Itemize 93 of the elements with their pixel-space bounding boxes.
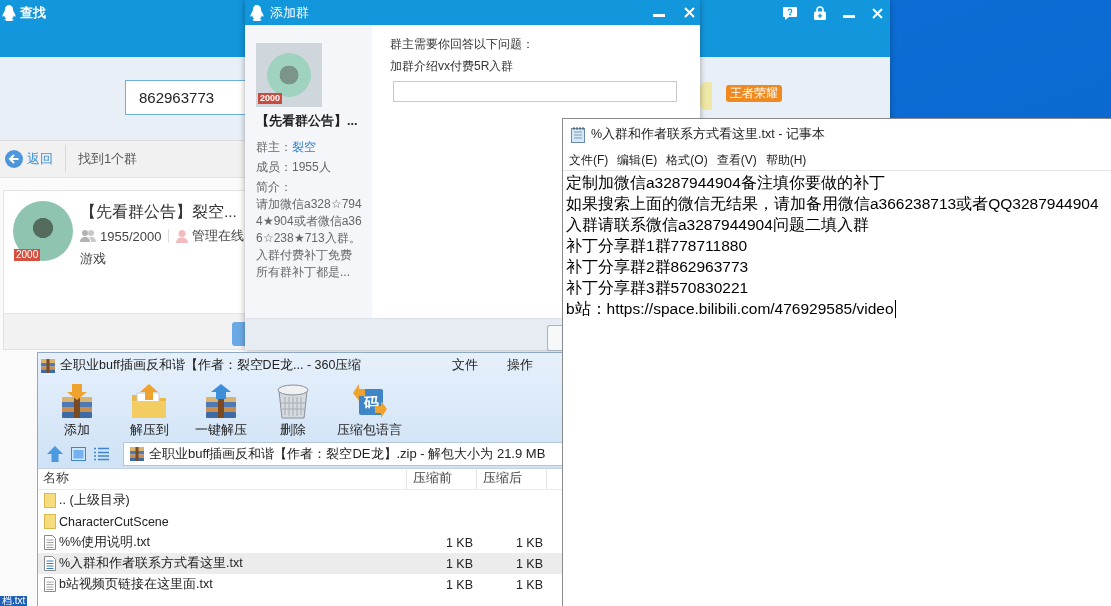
original-size: 1 KB: [445, 535, 474, 550]
close-icon[interactable]: [872, 7, 883, 19]
text-line: 入群请联系微信a3287944904问题二填入群: [566, 215, 869, 235]
speech-bubble-icon[interactable]: [783, 6, 797, 20]
archive-down-arrow-icon: [59, 383, 95, 419]
original-size: 1 KB: [445, 556, 474, 571]
archive-path: 全职业buff插画反和谐【作者：裂空DE龙】.zip - 解包大小为 21.9 MB: [149, 445, 546, 463]
menu-item[interactable]: 文件: [452, 357, 478, 374]
menu-item[interactable]: 查看(V): [716, 151, 757, 169]
question-text: 加群介绍vx付费5R入群: [390, 58, 515, 74]
penguin-icon: [250, 4, 264, 21]
text-file-icon: [44, 535, 56, 550]
file-row[interactable]: %%使用说明.txt 1 KB 1 KB: [38, 532, 562, 553]
packed-size: 1 KB: [515, 577, 544, 592]
member-count: 成员：1955人: [256, 160, 331, 174]
file-name: CharacterCutScene: [59, 514, 169, 529]
close-icon[interactable]: [684, 7, 695, 18]
file-row[interactable]: .. (上级目录): [38, 490, 562, 511]
text-file-icon: [44, 577, 56, 592]
menu-item[interactable]: 帮助(H): [765, 151, 807, 169]
person-icon: [176, 229, 189, 243]
owner-label: 群主：: [256, 140, 292, 154]
lock-icon[interactable]: [814, 6, 826, 20]
window-title: 全职业buff插画反和谐【作者：裂空DE龙... - 360压缩: [60, 357, 362, 374]
penguin-icon: [2, 5, 16, 21]
group-name: 【先看群公告】...: [256, 113, 359, 129]
member-count: 1955/2000: [100, 228, 162, 244]
up-arrow-icon[interactable]: [47, 446, 63, 462]
window-icon[interactable]: [71, 447, 86, 461]
group-category: 游戏: [80, 251, 107, 268]
toolbar-button[interactable]: 删除: [265, 378, 321, 440]
dialog-button[interactable]: [547, 325, 562, 351]
toolbar-button[interactable]: 一键解压: [193, 378, 249, 440]
text-cursor: [894, 299, 896, 318]
packed-size: 1 KB: [515, 556, 544, 571]
toolbar-button[interactable]: 解压到: [121, 378, 177, 440]
text-line: b站：https://space.bilibili.com/476929585/video: [566, 299, 894, 319]
result-count: 找到1个群: [78, 150, 138, 168]
answer-field[interactable]: [393, 81, 677, 102]
file-name: .. (上级目录): [59, 492, 130, 509]
folder-icon: [44, 493, 56, 508]
level-badge: 2000: [258, 93, 283, 104]
search-field[interactable]: 862963773: [125, 80, 245, 115]
menu-item[interactable]: 操作: [507, 357, 533, 374]
text-area[interactable]: 定制加微信a3287944904备注填你要做的补丁 如果搜索上面的微信无结果，请加备用微信a366238713或者QQ3287944904 入群请联系微信a3287944904问题二填入群 补丁分享群1群778711880 补丁分享群2群862963773 补丁分享群3群570830221 b站：https://space.bilibili.com/476929585/video: [563, 171, 1111, 606]
file-name: %入群和作者联系方式看这里.txt: [59, 555, 243, 572]
level-badge: 2000: [14, 249, 41, 261]
list-icon[interactable]: [94, 447, 109, 461]
archive-icon: [41, 358, 55, 373]
menu-item[interactable]: 文件(F): [569, 151, 609, 169]
file-row[interactable]: %入群和作者联系方式看这里.txt 1 KB 1 KB: [38, 553, 562, 574]
window-title: %入群和作者联系方式看这里.txt - 记事本: [591, 126, 825, 143]
avatar-image: [13, 201, 73, 261]
game-tag: 王者荣耀: [726, 85, 782, 102]
trash-bin-icon: [275, 383, 311, 419]
archive-up-arrow-icon: [203, 383, 239, 419]
people-icon: [80, 230, 96, 242]
intro-label: 简介：: [256, 180, 292, 194]
text-line: 补丁分享群2群862963773: [566, 257, 749, 277]
window-title: 添加群: [270, 3, 309, 22]
menu-item[interactable]: 格式(O): [666, 151, 708, 169]
file-name: b站视频页链接在这里面.txt: [59, 576, 213, 593]
admin-status: 管理在线: [192, 227, 245, 245]
text-file-icon: [44, 556, 56, 571]
file-row[interactable]: b站视频页链接在这里面.txt 1 KB 1 KB: [38, 574, 562, 595]
menu-item[interactable]: 编辑(E): [617, 151, 658, 169]
intro-text: 请加微信a328☆7944★904或者微信a366☆238★713入群。入群付费补丁免费所有群补丁都是...: [256, 196, 362, 281]
notepad-icon: [571, 126, 585, 143]
text-line: 补丁分享群1群778711880: [566, 236, 748, 256]
group-name: 【先看群公告】裂空...: [80, 202, 238, 222]
text-line: 定制加微信a3287944904备注填你要做的补丁: [566, 173, 885, 193]
archive-icon: [130, 447, 144, 461]
packed-size: 1 KB: [515, 535, 544, 550]
column-header[interactable]: 压缩后: [477, 469, 547, 489]
minimize-icon[interactable]: [843, 14, 855, 18]
toolbar-button[interactable]: 添加: [49, 378, 105, 440]
owner-link[interactable]: 裂空: [292, 140, 316, 154]
path-field[interactable]: 全职业buff插画反和谐【作者：裂空DE龙】.zip - 解包大小为 21.9 MB: [123, 442, 562, 466]
folder-icon: [44, 514, 56, 529]
column-header[interactable]: 名称: [38, 469, 407, 489]
column-header[interactable]: 压缩前: [407, 469, 477, 489]
app-icon: [700, 82, 712, 110]
group-card[interactable]: 2000 【先看群公告】裂空... 1955/2000 管理在线 游戏: [3, 190, 245, 350]
file-row[interactable]: CharacterCutScene: [38, 511, 562, 532]
original-size: 1 KB: [445, 577, 474, 592]
file-name: %%使用说明.txt: [59, 534, 150, 551]
avatar-image: [256, 43, 322, 107]
text-line: 如果搜索上面的微信无结果，请加备用微信a366238713或者QQ3287944904: [566, 194, 1099, 214]
folder-up-arrow-icon: [131, 383, 167, 419]
question-prompt: 群主需要你回答以下问题：: [390, 36, 535, 52]
file-label[interactable]: 档.txt: [0, 596, 28, 606]
window-title: 查找: [20, 4, 46, 22]
text-line: 补丁分享群3群570830221: [566, 278, 749, 298]
